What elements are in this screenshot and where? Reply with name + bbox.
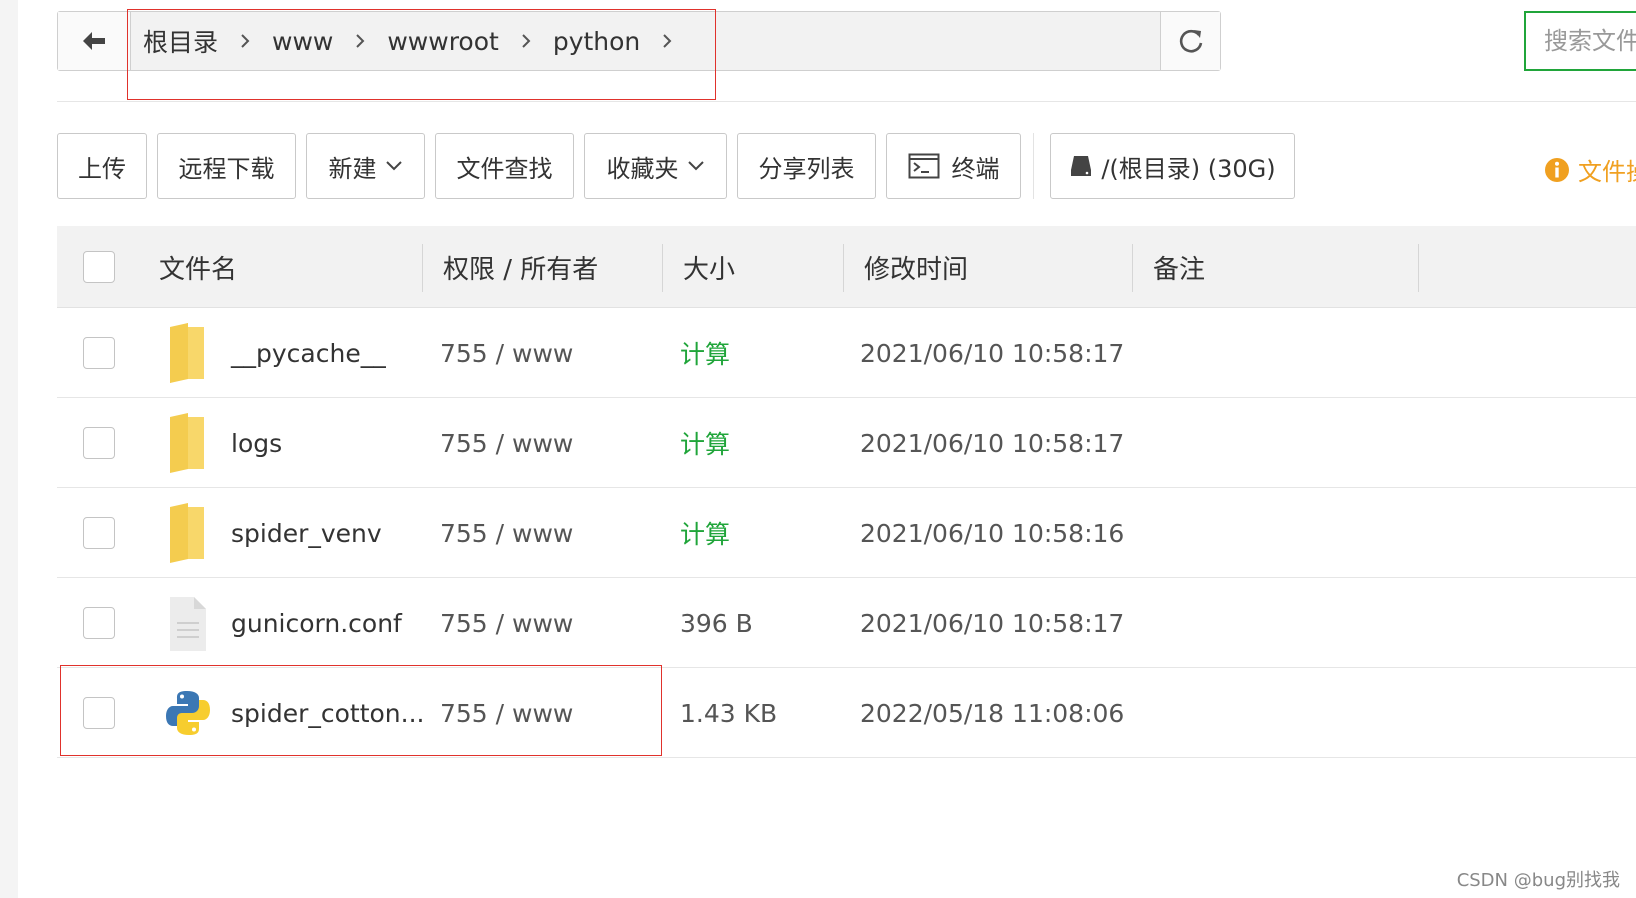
chevron-down-icon — [687, 160, 705, 172]
column-header-permission[interactable]: 权限 / 所有者 — [443, 226, 598, 308]
table-row[interactable]: spider_cotton... 755 / www 1.43 KB 2022/… — [57, 668, 1636, 758]
file-modified-time: 2021/06/10 10:58:16 — [860, 518, 1125, 548]
file-operation-tip[interactable]: 文件操 — [1544, 152, 1636, 187]
breadcrumb: 根目录 www wwwroot python — [131, 12, 1160, 70]
info-icon — [1544, 157, 1570, 183]
folder-icon — [170, 323, 204, 383]
file-search-button-label: 文件查找 — [456, 154, 553, 183]
refresh-icon — [1179, 29, 1202, 53]
file-table: 文件名 权限 / 所有者 大小 修改时间 备注 __pycache__ 755 … — [57, 226, 1636, 758]
folder-icon — [170, 413, 204, 473]
table-row[interactable]: __pycache__ 755 / www 计算 2021/06/10 10:5… — [57, 308, 1636, 398]
toolbar-divider — [1033, 133, 1034, 199]
share-list-button-label: 分享列表 — [758, 154, 855, 183]
terminal-button-label: 终端 — [951, 154, 1000, 183]
row-checkbox[interactable] — [83, 337, 115, 369]
disk-button-label: /(根目录) (30G) — [1101, 154, 1276, 183]
calculate-size-link[interactable]: 计算 — [680, 308, 730, 398]
file-name[interactable]: logs — [231, 398, 282, 488]
table-header: 文件名 权限 / 所有者 大小 修改时间 备注 — [57, 226, 1636, 308]
chevron-right-icon — [240, 33, 250, 49]
tip-label: 文件操 — [1578, 158, 1636, 186]
file-name[interactable]: spider_venv — [231, 488, 382, 578]
column-divider — [1132, 244, 1133, 292]
column-header-remark: 备注 — [1153, 254, 1206, 285]
upload-button-label: 上传 — [78, 154, 126, 183]
select-all-checkbox[interactable] — [83, 251, 115, 283]
hard-drive-icon — [1069, 154, 1093, 178]
terminal-button[interactable]: 终端 — [886, 133, 1021, 199]
remote-download-button[interactable]: 远程下载 — [157, 133, 296, 199]
file-modified-time: 2021/06/10 10:58:17 — [860, 338, 1125, 368]
file-permission[interactable]: 755 / www — [440, 308, 573, 398]
file-modified-time: 2021/06/10 10:58:17 — [860, 428, 1125, 458]
path-bar: 根目录 www wwwroot python — [57, 11, 1221, 71]
file-name[interactable]: gunicorn.conf — [231, 578, 402, 668]
new-button-label: 新建 — [328, 154, 377, 183]
file-permission[interactable]: 755 / www — [440, 578, 573, 668]
file-permission[interactable]: 755 / www — [440, 398, 573, 488]
column-header-size[interactable]: 大小 — [683, 226, 735, 308]
terminal-icon — [908, 153, 940, 179]
header-divider — [57, 101, 1636, 102]
chevron-right-icon — [521, 33, 531, 49]
file-toolbar: 上传 远程下载 新建 文件查找 收藏夹 分享列表 终端 /(根目录) (30G) — [57, 133, 1305, 199]
table-row[interactable]: logs 755 / www 计算 2021/06/10 10:58:17 — [57, 398, 1636, 488]
row-checkbox[interactable] — [83, 517, 115, 549]
left-sidebar-strip — [0, 0, 18, 898]
chevron-right-icon — [355, 33, 365, 49]
column-divider — [662, 244, 663, 292]
chevron-down-icon — [385, 160, 403, 172]
chevron-right-icon — [662, 33, 672, 49]
row-checkbox[interactable] — [83, 607, 115, 639]
column-divider — [422, 244, 423, 292]
breadcrumb-item-root[interactable]: 根目录 — [143, 23, 218, 59]
search-input[interactable] — [1542, 26, 1636, 56]
back-button[interactable] — [58, 12, 131, 70]
remote-download-button-label: 远程下载 — [178, 154, 275, 183]
watermark: CSDN @bug别找我 — [1456, 870, 1620, 891]
column-divider — [843, 244, 844, 292]
folder-icon — [170, 503, 204, 563]
calculate-size-link[interactable]: 计算 — [680, 398, 730, 488]
table-row[interactable]: gunicorn.conf 755 / www 396 B 2021/06/10… — [57, 578, 1636, 668]
column-header-modified[interactable]: 修改时间 — [864, 226, 968, 308]
disk-button[interactable]: /(根目录) (30G) — [1050, 133, 1295, 199]
table-row[interactable]: spider_venv 755 / www 计算 2021/06/10 10:5… — [57, 488, 1636, 578]
breadcrumb-item-wwwroot[interactable]: wwwroot — [387, 27, 498, 56]
file-size: 1.43 KB — [680, 698, 778, 728]
breadcrumb-item-python[interactable]: python — [553, 27, 640, 56]
file-modified-time: 2021/06/10 10:58:17 — [860, 608, 1125, 638]
refresh-button[interactable] — [1160, 12, 1220, 70]
upload-button[interactable]: 上传 — [57, 133, 147, 199]
share-list-button[interactable]: 分享列表 — [737, 133, 876, 199]
file-search-button[interactable]: 文件查找 — [435, 133, 574, 199]
breadcrumb-item-www[interactable]: www — [272, 27, 333, 56]
row-checkbox[interactable] — [83, 697, 115, 729]
column-divider — [1418, 244, 1419, 292]
file-permission[interactable]: 755 / www — [440, 668, 573, 758]
text-file-icon — [170, 597, 206, 651]
new-dropdown-button[interactable]: 新建 — [306, 133, 425, 199]
arrow-left-icon — [83, 32, 105, 50]
file-name[interactable]: __pycache__ — [231, 308, 386, 398]
file-modified-time: 2022/05/18 11:08:06 — [860, 698, 1125, 728]
row-checkbox[interactable] — [83, 427, 115, 459]
file-size: 396 B — [680, 608, 753, 638]
favorites-dropdown-button[interactable]: 收藏夹 — [584, 133, 727, 199]
python-file-icon — [166, 691, 210, 735]
column-header-name[interactable]: 文件名 — [159, 226, 237, 308]
calculate-size-link[interactable]: 计算 — [680, 488, 730, 578]
file-permission[interactable]: 755 / www — [440, 488, 573, 578]
file-name[interactable]: spider_cotton... — [231, 668, 425, 758]
file-search-box — [1524, 11, 1636, 71]
favorites-button-label: 收藏夹 — [606, 154, 679, 183]
